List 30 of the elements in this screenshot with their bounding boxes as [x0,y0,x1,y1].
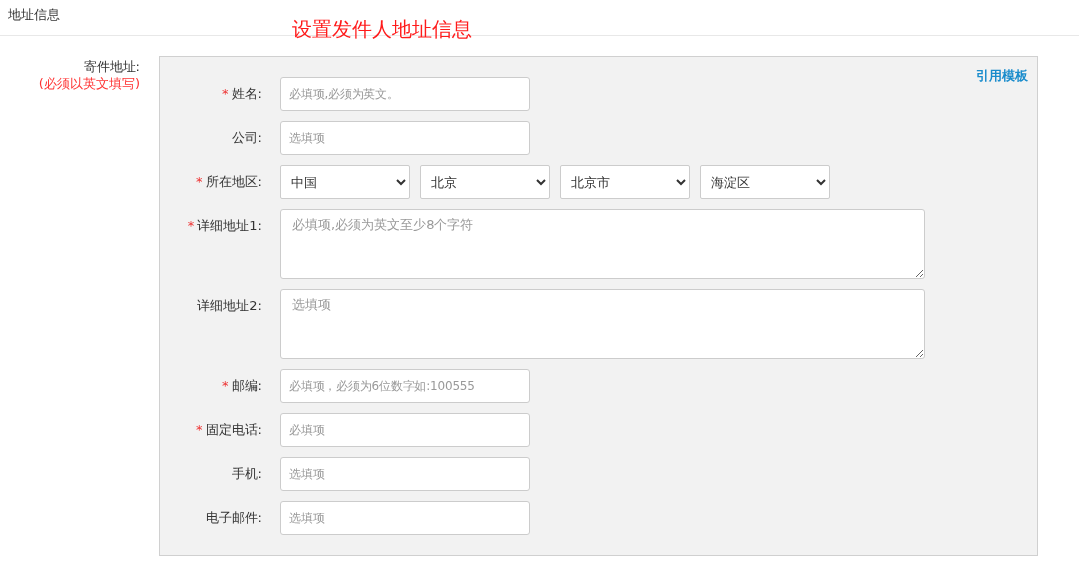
field-label: 详细地址2: [197,298,262,313]
select-field[interactable]: 中国 [280,165,410,199]
select-field[interactable]: 北京市 [560,165,690,199]
input-field[interactable]: 选填项 [280,121,530,155]
select-field[interactable]: 海淀区 [700,165,830,199]
required-mark: * [222,378,229,393]
hint-text: (必须以英文填写) [38,75,140,92]
text-area[interactable]: 选填项 [280,289,925,359]
input-field[interactable]: 必填项，必须为6位数字如:100555 [280,369,530,403]
field-label: 公司: [231,130,262,145]
input-field[interactable]: 必填项,必须为英文。 [280,77,530,111]
input-field[interactable]: 选填项 [280,457,530,491]
text-area[interactable]: 必填项,必须为英文至少8个字符 [280,209,925,279]
field-label: 寄件地址: [83,58,140,75]
field-label: 所在地区: [205,174,262,189]
required-mark: * [187,218,195,233]
annotation-text: 设置发件人地址信息 [292,16,472,43]
required-mark: * [222,86,229,101]
field-label: 电子邮件: [205,510,262,525]
field-label: 邮编: [231,378,262,393]
input-field[interactable]: 选填项 [280,501,530,535]
field-label: 手机: [231,466,262,481]
field-label: 固定电话: [205,422,262,437]
field-label: 详细地址1: [197,218,262,233]
select-field[interactable]: 北京 [420,165,550,199]
section-title: 地址信息 [8,5,60,24]
required-mark: * [196,422,203,437]
required-mark: * [196,174,203,189]
input-field[interactable]: 必填项 [280,413,530,447]
field-label: 姓名: [231,86,262,101]
